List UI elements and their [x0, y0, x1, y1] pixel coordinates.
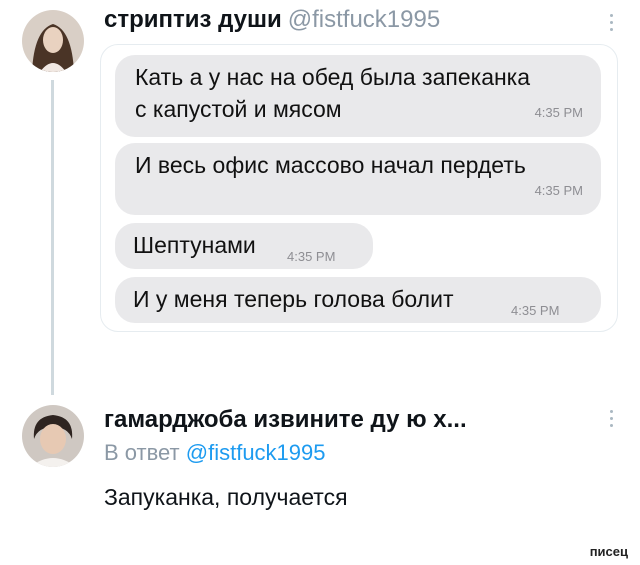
thread-connector-line — [51, 80, 54, 395]
reply-header: гамарджоба извините ду ю х... — [104, 406, 467, 434]
chat-message-line: И у меня теперь голова болит — [133, 286, 454, 312]
chat-bubble: И весь офис массово начал пердеть 4:35 P… — [115, 143, 601, 215]
watermark: писец — [589, 544, 628, 559]
author-avatar[interactable] — [22, 10, 84, 72]
chat-message-time: 4:35 PM — [534, 183, 583, 198]
chat-message-time: 4:35 PM — [534, 105, 583, 120]
author-handle[interactable]: @fistfuck1995 — [288, 6, 440, 33]
tweet-image-chat-screenshot[interactable]: Кать а у нас на обед была запеканка с ка… — [100, 44, 618, 332]
chat-message-line: Шептунами — [133, 232, 256, 258]
reply-author-avatar[interactable] — [22, 405, 84, 467]
reply-context: В ответ @fistfuck1995 — [104, 438, 326, 468]
chat-message-line: И весь офис массово начал пердеть — [135, 152, 526, 178]
avatar-photo-icon — [22, 10, 84, 72]
chat-bubble: Кать а у нас на обед была запеканка с ка… — [115, 55, 601, 137]
reply-mention-link[interactable]: @fistfuck1995 — [186, 440, 326, 465]
reply-body-text: Запуканка, получается — [104, 484, 348, 510]
avatar-photo-icon — [22, 405, 84, 467]
chat-bubble: Шептунами 4:35 PM — [115, 223, 373, 269]
chat-message-line: с капустой и мясом — [135, 96, 342, 122]
chat-message-time: 4:35 PM — [287, 249, 336, 264]
chat-message-line: Кать а у нас на обед была запеканка — [135, 64, 531, 90]
tweet-header: стриптиз души @fistfuck1995 — [104, 6, 440, 34]
chat-bubble: И у меня теперь голова болит 4:35 PM — [115, 277, 601, 323]
more-vertical-icon[interactable] — [610, 410, 614, 427]
author-name[interactable]: стриптиз души — [104, 6, 282, 33]
more-vertical-icon[interactable] — [610, 14, 614, 31]
reply-prefix: В ответ — [104, 440, 180, 465]
chat-message-time: 4:35 PM — [511, 303, 560, 318]
reply-author-name[interactable]: гамарджоба извините ду ю х... — [104, 406, 467, 433]
